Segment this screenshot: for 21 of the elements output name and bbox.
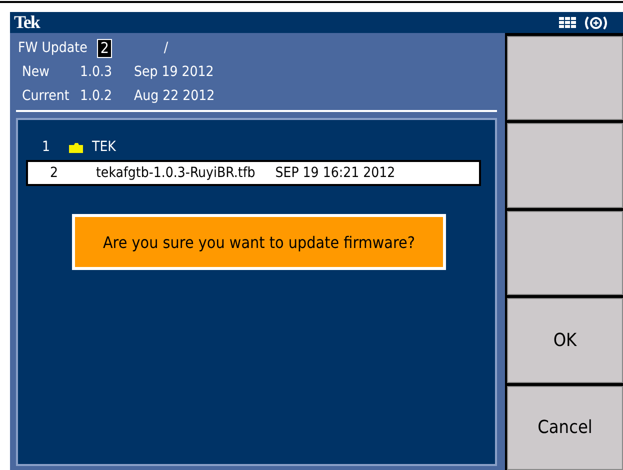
- input-field[interactable]: 2: [97, 38, 112, 58]
- folder-icon: [68, 142, 84, 152]
- version-number: 1.0.3: [80, 64, 114, 80]
- version-date: Sep 19 2012: [134, 64, 214, 80]
- version-date: Aug 22 2012: [134, 88, 215, 104]
- blank-softkey[interactable]: [507, 36, 623, 120]
- file-row[interactable]: 2 tekafgtb-1.0.3-RuyiBR.tfb SEP 19 16:21 2012: [26, 160, 481, 186]
- version-label: Current: [22, 88, 70, 104]
- separator-text: /: [164, 40, 168, 56]
- blank-softkey[interactable]: [507, 210, 623, 296]
- signal-icon: [583, 14, 609, 30]
- version-label: New: [22, 64, 50, 80]
- grid-icon: [559, 16, 577, 28]
- blank-softkey[interactable]: [507, 123, 623, 208]
- softkey-button[interactable]: OK: [507, 298, 623, 383]
- logo-text: Tek: [14, 12, 40, 33]
- fw-update-label: FW Update: [18, 40, 88, 56]
- version-number: 1.0.2: [80, 88, 114, 104]
- file-row[interactable]: 1 TEK: [26, 134, 481, 160]
- softkey-button[interactable]: Cancel: [507, 386, 623, 470]
- dialog-message: Are you sure you want to update firmware?: [102, 232, 416, 252]
